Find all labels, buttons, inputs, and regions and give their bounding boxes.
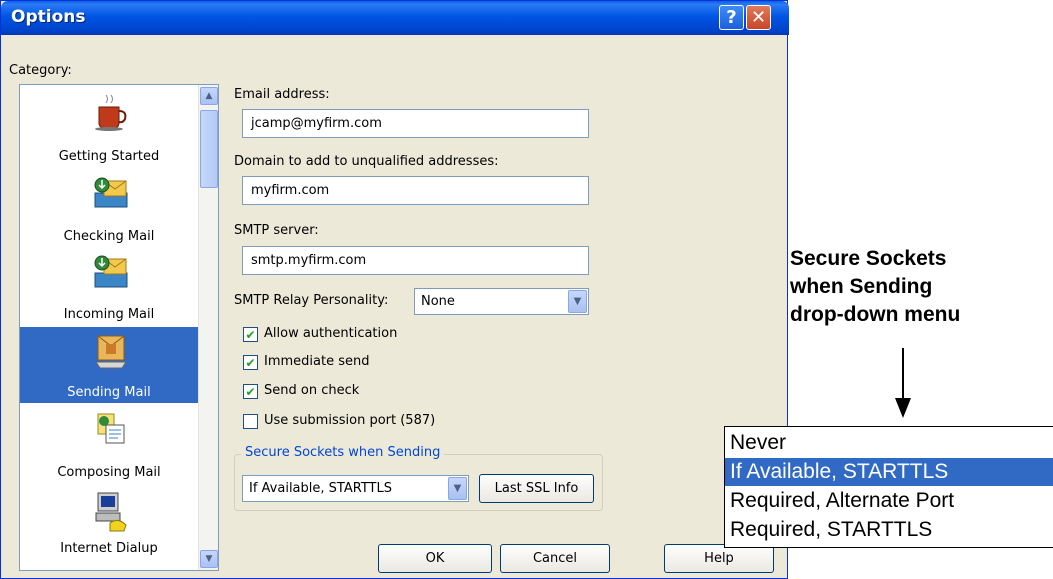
annotation-line: when Sending — [790, 275, 933, 298]
domain-field[interactable]: myfirm.com — [242, 176, 589, 205]
cancel-button[interactable]: Cancel — [500, 544, 610, 573]
secure-sockets-value: If Available, STARTTLS — [249, 481, 392, 496]
relay-personality-select[interactable]: None ▼ — [414, 288, 589, 315]
category-item-internet-dialup[interactable]: Internet Dialup — [20, 485, 198, 570]
title-bar[interactable]: Options ? ✕ — [1, 1, 789, 35]
secure-sockets-select[interactable]: If Available, STARTTLS ▼ — [242, 475, 469, 502]
dropdown-option-never[interactable]: Never — [725, 429, 1053, 457]
download-mail-icon — [94, 177, 128, 208]
annotation-line: Secure Sockets — [790, 247, 947, 270]
close-button[interactable]: ✕ — [746, 5, 771, 30]
incoming-mail-icon — [94, 255, 128, 288]
secure-sockets-group-label: Secure Sockets when Sending — [241, 445, 445, 460]
category-label-composing-mail: Composing Mail — [57, 465, 161, 480]
category-item-composing-mail[interactable]: Composing Mail — [20, 405, 198, 485]
category-item-incoming-mail[interactable]: Incoming Mail — [20, 249, 198, 325]
category-item-getting-started[interactable]: Getting Started — [20, 85, 198, 171]
category-label-sending-mail: Sending Mail — [67, 385, 151, 400]
help-title-button[interactable]: ? — [719, 5, 744, 30]
category-scrollbar[interactable]: ▲ ▼ — [198, 85, 218, 570]
ok-button[interactable]: OK — [378, 544, 492, 573]
coffee-cup-icon — [95, 94, 127, 131]
category-label: Category: — [9, 63, 72, 78]
annotation-arrow-line — [902, 348, 904, 400]
help-button[interactable]: Help — [664, 544, 774, 573]
allow-authentication-label: Allow authentication — [264, 326, 398, 341]
scroll-down-button[interactable]: ▼ — [200, 550, 218, 568]
dropdown-option-required-starttls[interactable]: Required, STARTTLS — [725, 516, 1053, 544]
scroll-up-button[interactable]: ▲ — [200, 87, 218, 105]
category-list[interactable]: Getting Started Checking Mail Incoming M — [19, 84, 219, 571]
dropdown-option-required-alternate-port[interactable]: Required, Alternate Port — [725, 487, 1053, 515]
smtp-server-label: SMTP server: — [234, 223, 319, 238]
composing-mail-icon — [97, 413, 125, 444]
domain-label: Domain to add to unqualified addresses: — [234, 154, 499, 169]
options-dialog: Options ? ✕ Category: Getting Started Ch… — [0, 0, 789, 579]
window-title: Options — [11, 7, 86, 27]
scroll-thumb[interactable] — [200, 110, 218, 188]
annotation-text: Secure Sockets when Sending drop-down me… — [790, 245, 960, 329]
allow-authentication-checkbox[interactable]: ✔ — [243, 327, 258, 342]
relay-personality-value: None — [421, 294, 455, 309]
category-label-getting-started: Getting Started — [58, 149, 160, 164]
annotation-line: drop-down menu — [790, 303, 961, 326]
send-on-check-checkbox[interactable]: ✔ — [243, 384, 258, 399]
secure-sockets-dropdown-list: Never If Available, STARTTLS Required, A… — [724, 426, 1053, 548]
immediate-send-label: Immediate send — [264, 354, 370, 369]
send-on-check-label: Send on check — [264, 383, 360, 398]
smtp-server-field[interactable]: smtp.myfirm.com — [242, 246, 589, 275]
dropdown-option-if-available-starttls[interactable]: If Available, STARTTLS — [725, 458, 1053, 486]
category-item-checking-mail[interactable]: Checking Mail — [20, 171, 198, 249]
email-label: Email address: — [234, 87, 330, 102]
chevron-down-icon[interactable]: ▼ — [448, 477, 467, 500]
relay-personality-label: SMTP Relay Personality: — [234, 293, 389, 308]
chevron-down-icon[interactable]: ▼ — [568, 290, 587, 313]
category-item-sending-mail[interactable]: Sending Mail — [20, 327, 198, 403]
last-ssl-info-button[interactable]: Last SSL Info — [479, 474, 594, 503]
category-label-checking-mail: Checking Mail — [63, 229, 155, 244]
submission-port-checkbox[interactable] — [243, 414, 258, 429]
arrow-down-icon — [895, 398, 911, 418]
email-field[interactable]: jcamp@myfirm.com — [242, 109, 589, 138]
submission-port-label: Use submission port (587) — [264, 413, 436, 428]
sending-mail-icon — [95, 335, 127, 369]
immediate-send-checkbox[interactable]: ✔ — [243, 355, 258, 370]
category-label-incoming-mail: Incoming Mail — [63, 307, 155, 322]
category-label-internet-dialup: Internet Dialup — [60, 541, 158, 556]
dialup-computer-icon — [95, 492, 127, 532]
